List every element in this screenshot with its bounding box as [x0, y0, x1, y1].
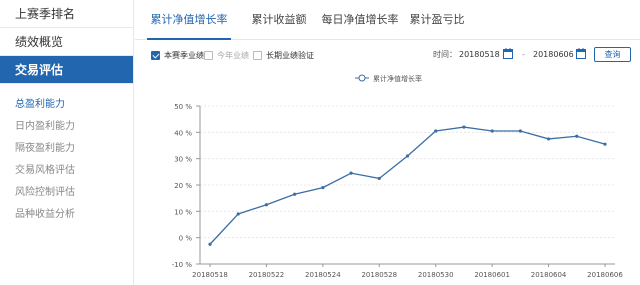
sidebar-item-trade-evaluation[interactable]: 交易评估 [0, 56, 133, 84]
tab-bar: 累计净值增长率 累计收益额 每日净值增长率 累计盈亏比 [135, 0, 640, 40]
year-performance-label: 今年业绩 [217, 50, 249, 60]
filter-row: 本赛季业绩 今年业绩 长期业绩验证 时间： 20180518 - 2018060… [135, 44, 640, 66]
data-point [349, 171, 353, 175]
sidebar-subitem-trading-style[interactable]: 交易风格评估 [0, 160, 133, 182]
x-tick-label: 20180522 [249, 271, 285, 279]
sidebar-subitem-risk-control[interactable]: 风险控制评估 [0, 182, 133, 204]
y-tick-label: 10 % [174, 208, 192, 216]
sidebar-subitem-product-returns[interactable]: 品种收益分析 [0, 204, 133, 226]
x-tick-label: 20180530 [418, 271, 454, 279]
sidebar-item-season-ranking[interactable]: 上赛季排名 [0, 0, 133, 28]
long-term-performance-label: 长期业绩验证 [266, 50, 314, 60]
data-point [546, 137, 551, 141]
legend-marker [358, 74, 366, 82]
data-point [264, 203, 269, 207]
calendar-icon[interactable] [503, 48, 513, 59]
data-point [293, 192, 297, 196]
line-chart: 累计净值增长率 -10 % 0 % 10 % 20 % 30 % 40 % 50 % 20180… [172, 74, 624, 279]
tab-cumulative-nav-growth[interactable]: 累计净值增长率 [147, 0, 231, 40]
main-content: 累计净值增长率 累计收益额 每日净值增长率 累计盈亏比 本赛季业绩 今年业绩 长… [135, 0, 640, 285]
checkbox-checked-icon [151, 50, 160, 60]
data-point [575, 134, 579, 138]
x-tick-label: 20180601 [474, 271, 510, 279]
data-point [603, 142, 607, 146]
x-tick-label: 20180604 [531, 271, 567, 279]
date-separator: - [522, 50, 525, 59]
tab-cumulative-pl-ratio[interactable]: 累计盈亏比 [405, 0, 469, 40]
long-term-performance-checkbox[interactable]: 长期业绩验证 [253, 48, 314, 62]
data-point [518, 129, 522, 133]
time-label: 时间： [433, 50, 457, 59]
sidebar-submenu: 总盈利能力 日内盈利能力 隔夜盈利能力 交易风格评估 风险控制评估 品种收益分析 [0, 84, 133, 226]
data-point [434, 129, 438, 133]
y-tick-label: 50 % [174, 103, 192, 111]
data-point [236, 212, 240, 216]
data-point [377, 176, 381, 181]
sidebar: 上赛季排名 绩效概览 交易评估 总盈利能力 日内盈利能力 隔夜盈利能力 交易风格… [0, 0, 134, 285]
data-point [405, 154, 410, 158]
sidebar-item-performance-overview[interactable]: 绩效概览 [0, 28, 133, 56]
sidebar-subitem-total-profitability[interactable]: 总盈利能力 [0, 94, 133, 116]
data-point [208, 242, 212, 246]
query-button[interactable]: 查询 [594, 47, 631, 62]
y-tick-label: -10 % [172, 261, 193, 269]
checkbox-empty-icon [204, 50, 213, 60]
series-line [209, 126, 606, 245]
sidebar-subitem-overnight-profitability[interactable]: 隔夜盈利能力 [0, 138, 133, 160]
data-point [490, 129, 494, 133]
end-date-field[interactable]: 20180606 [533, 47, 579, 63]
legend-label: 累计净值增长率 [373, 74, 422, 83]
tab-cumulative-profit[interactable]: 累计收益额 [247, 0, 311, 40]
start-date-field[interactable]: 20180518 [459, 47, 505, 63]
x-tick-label: 20180606 [587, 271, 623, 279]
season-performance-label: 本赛季业绩 [164, 50, 204, 60]
y-tick-label: 40 % [174, 129, 192, 137]
chart-area: 累计净值增长率 -10 % 0 % 10 % 20 % 30 % 40 % 50 % 20180… [135, 66, 640, 285]
sidebar-subitem-intraday-profitability[interactable]: 日内盈利能力 [0, 116, 133, 138]
data-point [462, 125, 466, 129]
calendar-icon[interactable] [576, 48, 586, 59]
tab-daily-nav-growth[interactable]: 每日净值增长率 [315, 0, 405, 40]
data-point [321, 186, 325, 190]
year-performance-checkbox[interactable]: 今年业绩 [204, 48, 249, 62]
y-tick-label: 20 % [174, 182, 192, 190]
checkbox-empty-icon [253, 50, 262, 60]
x-tick-label: 20180528 [361, 271, 397, 279]
season-performance-checkbox[interactable]: 本赛季业绩 [151, 48, 204, 62]
y-tick-label: 30 % [174, 156, 192, 164]
x-tick-label: 20180518 [192, 271, 228, 279]
x-tick-label: 20180524 [305, 271, 341, 279]
y-tick-label: 0 % [179, 235, 193, 243]
